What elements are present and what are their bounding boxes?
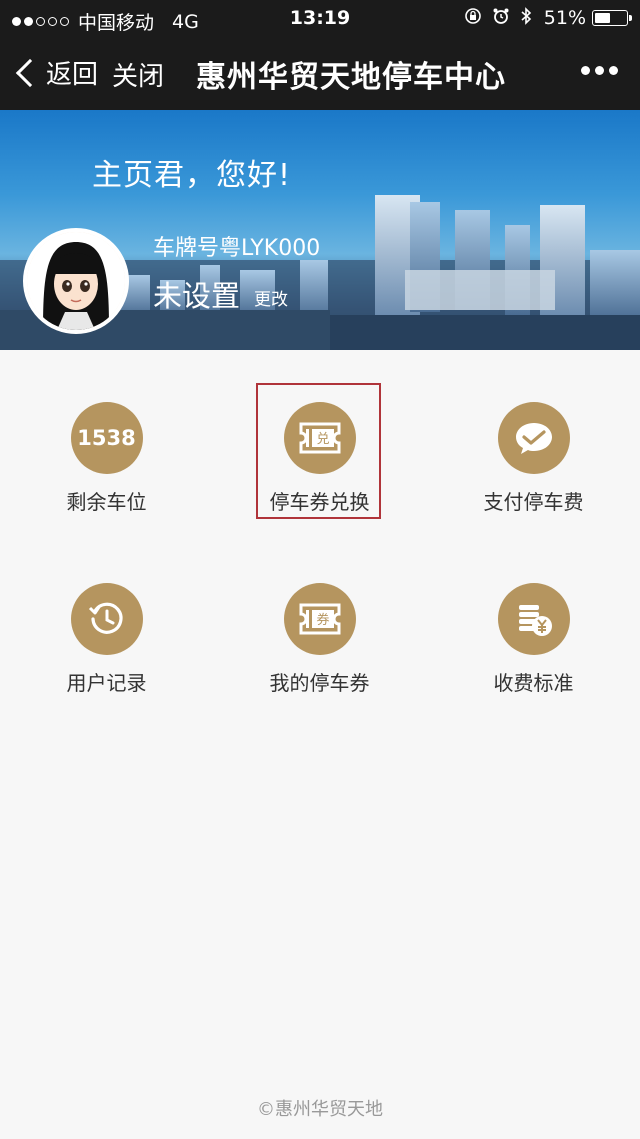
status-bar: 中国移动 4G 13:19 51% — [0, 0, 640, 36]
coins-yuan-icon — [497, 583, 570, 655]
chevron-left-icon — [15, 58, 45, 87]
close-button[interactable]: 关闭 — [112, 56, 164, 93]
carrier-name: 中国移动 — [78, 12, 155, 34]
remaining-spaces-circle: 1538 — [70, 402, 143, 474]
back-button[interactable]: 返回 — [14, 54, 98, 91]
plate-number-label: 车牌号粤LYK000 — [153, 236, 321, 261]
battery-cap — [629, 15, 632, 21]
status-left: 中国移动 4G — [12, 8, 199, 35]
plate-status: 未设置 — [153, 279, 241, 313]
selection-highlight-box — [256, 383, 381, 519]
grid-item-pay-parking[interactable]: 支付停车费 — [427, 402, 640, 515]
avatar-illustration-icon — [27, 232, 125, 330]
more-menu-button[interactable] — [576, 66, 618, 75]
network-type: 4G — [172, 10, 199, 33]
battery-percent: 51% — [543, 7, 586, 29]
signal-dot-icon — [36, 17, 45, 26]
page-title: 惠州华贸天地停车中心 — [196, 60, 506, 95]
grid-item-label: 我的停车券 — [269, 671, 370, 695]
more-dot-icon — [595, 66, 604, 75]
more-dot-icon — [609, 66, 618, 75]
grid-item-remaining-spaces[interactable]: 1538 剩余车位 — [0, 402, 213, 515]
signal-dot-icon — [24, 17, 33, 26]
battery-icon — [592, 10, 632, 26]
wechat-pay-icon — [497, 402, 570, 474]
navigation-bar: 返回 关闭 惠州华贸天地停车中心 — [0, 36, 640, 110]
history-icon — [70, 583, 143, 655]
avatar[interactable] — [23, 228, 129, 334]
signal-dot-icon — [60, 17, 69, 26]
signal-dot-icon — [12, 17, 21, 26]
rotation-lock-icon — [464, 7, 482, 29]
edit-plate-link[interactable]: 更改 — [254, 285, 288, 310]
coupon-icon: 券 — [283, 583, 356, 655]
more-dot-icon — [581, 66, 590, 75]
header-banner: 主页君，您好! 车牌号粤LYK000 未设置 更改 — [0, 110, 640, 350]
grid-item-label: 用户记录 — [66, 671, 147, 695]
back-label: 返回 — [46, 60, 99, 90]
footer-copyright: ©惠州华贸天地 — [257, 1099, 383, 1120]
battery-fill — [595, 13, 610, 23]
signal-dot-icon — [48, 17, 57, 26]
status-right: 51% — [454, 7, 632, 29]
greeting-text: 主页君，您好! — [92, 158, 292, 193]
grid-item-label: 剩余车位 — [66, 490, 147, 514]
grid-item-label: 收费标准 — [493, 671, 574, 695]
coupon-badge: 券 — [316, 612, 329, 628]
bluetooth-icon — [520, 7, 532, 29]
grid-item-fee-standard[interactable]: 收费标准 — [427, 583, 640, 696]
alarm-icon — [492, 7, 510, 29]
grid-item-user-records[interactable]: 用户记录 — [0, 583, 213, 696]
remaining-spaces-count: 1538 — [77, 426, 136, 450]
grid-item-label: 支付停车费 — [483, 490, 584, 514]
grid-item-my-coupons[interactable]: 券 我的停车券 — [213, 583, 426, 696]
